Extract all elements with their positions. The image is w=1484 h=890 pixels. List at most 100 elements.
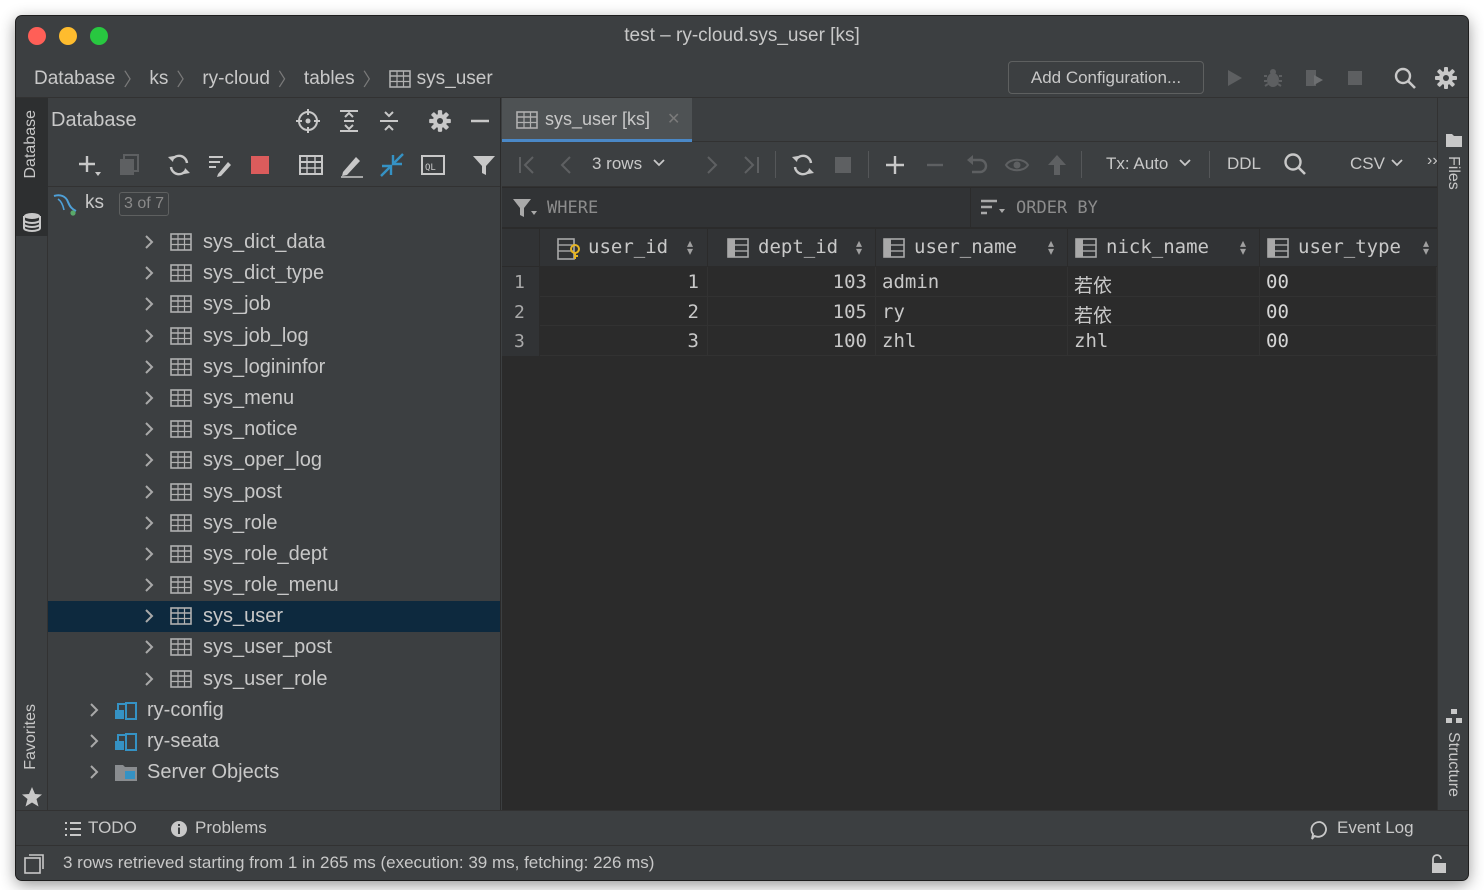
chevron-right-icon[interactable]: [143, 670, 155, 688]
ddl-button[interactable]: DDL: [1227, 154, 1261, 174]
chevron-right-icon[interactable]: [143, 358, 155, 376]
table-row-sys-role[interactable]: sys_role: [48, 508, 500, 539]
revert-icon[interactable]: [964, 152, 990, 178]
duplicate-icon[interactable]: [116, 152, 142, 178]
event-log-tab[interactable]: Event Log: [1337, 818, 1414, 838]
chevron-down-icon[interactable]: [1390, 156, 1416, 182]
table-view-icon[interactable]: [298, 152, 324, 178]
breadcrumb-ry-cloud[interactable]: ry-cloud: [202, 68, 270, 90]
chevron-right-icon[interactable]: [88, 763, 100, 781]
table-row-sys-user[interactable]: sys_user: [48, 601, 500, 633]
chevron-right-icon[interactable]: [143, 576, 155, 594]
chevron-down-icon[interactable]: [1178, 156, 1204, 182]
chevron-right-icon[interactable]: [143, 545, 155, 563]
table-row-sys-menu[interactable]: sys_menu: [48, 383, 500, 414]
previous-page-icon[interactable]: [554, 152, 580, 178]
sort-toggle-icon[interactable]: ▴ ▾: [856, 237, 862, 257]
table-row-sys-user-role[interactable]: sys_user_role: [48, 664, 500, 695]
query-console-icon[interactable]: QL: [420, 152, 446, 178]
chevron-down-icon[interactable]: [652, 156, 678, 182]
where-filter-input[interactable]: WHERE: [547, 198, 598, 218]
delete-row-icon[interactable]: [922, 152, 948, 178]
edit-data-source-icon[interactable]: [206, 152, 232, 178]
hide-panel-minus-icon[interactable]: [467, 108, 493, 134]
submit-icon[interactable]: [1044, 152, 1070, 178]
table-row-sys-user-post[interactable]: sys_user_post: [48, 632, 500, 663]
breadcrumb-tables[interactable]: tables: [304, 68, 355, 90]
server-objects-row[interactable]: Server Objects: [48, 757, 500, 788]
cell-user-type[interactable]: 00: [1260, 326, 1437, 356]
table-row-sys-role-dept[interactable]: sys_role_dept: [48, 539, 500, 570]
chevron-right-icon[interactable]: [143, 638, 155, 656]
rows-count-dropdown[interactable]: 3 rows: [592, 154, 642, 174]
chevron-right-icon[interactable]: [88, 732, 100, 750]
table-row[interactable]: 1 1 103 admin 若依 00: [502, 267, 1437, 297]
refresh-icon[interactable]: [166, 152, 192, 178]
add-configuration-button[interactable]: Add Configuration...: [1008, 61, 1204, 94]
table-row-sys-logininfor[interactable]: sys_logininfor: [48, 352, 500, 383]
favorites-tab-label[interactable]: Favorites: [22, 704, 40, 770]
run-icon[interactable]: [1222, 66, 1246, 90]
panel-settings-gear-icon[interactable]: [427, 108, 453, 134]
edit-pencil-icon[interactable]: [339, 152, 365, 178]
add-row-icon[interactable]: [882, 152, 908, 178]
breadcrumb-ks[interactable]: ks: [149, 68, 168, 90]
cell-nick-name[interactable]: zhl: [1068, 326, 1260, 356]
export-format-dropdown[interactable]: CSV: [1350, 154, 1385, 174]
order-by-input[interactable]: ORDER BY: [1016, 198, 1098, 218]
cell-dept-id[interactable]: 105: [708, 296, 876, 326]
chevron-right-icon[interactable]: [143, 264, 155, 282]
locate-crosshair-icon[interactable]: [295, 108, 321, 134]
breadcrumb-sys-user[interactable]: sys_user: [417, 68, 493, 90]
favorites-star-icon[interactable]: [21, 786, 43, 808]
schema-row-ry-seata[interactable]: ry-seata: [48, 726, 500, 757]
sort-toggle-icon[interactable]: ▴ ▾: [687, 237, 693, 257]
breadcrumb-database[interactable]: Database: [34, 68, 115, 90]
search-icon[interactable]: [1282, 151, 1308, 177]
debug-icon[interactable]: [1261, 66, 1285, 90]
cell-nick-name[interactable]: 若依: [1068, 296, 1260, 326]
table-row-sys-notice[interactable]: sys_notice: [48, 414, 500, 445]
chevron-right-icon[interactable]: [88, 701, 100, 719]
column-header-user-id[interactable]: user_id ▴ ▾: [540, 229, 708, 267]
column-header-nick-name[interactable]: nick_name ▴ ▾: [1068, 229, 1260, 267]
filter-funnel-icon[interactable]: [471, 152, 497, 178]
database-tool-tab[interactable]: Database: [16, 98, 48, 236]
chevron-right-icon[interactable]: [143, 607, 155, 625]
cell-user-name[interactable]: zhl: [876, 326, 1068, 356]
expand-all-icon[interactable]: [336, 108, 362, 134]
cell-user-id[interactable]: 2: [540, 296, 708, 326]
cell-dept-id[interactable]: 103: [708, 267, 876, 297]
tab-sys-user[interactable]: sys_user [ks] ✕: [502, 98, 692, 142]
chevron-right-icon[interactable]: [143, 483, 155, 501]
table-row-sys-role-menu[interactable]: sys_role_menu: [48, 570, 500, 601]
row-number[interactable]: 3: [502, 326, 540, 356]
column-header-dept-id[interactable]: dept_id ▴ ▾: [708, 229, 876, 267]
last-page-icon[interactable]: [738, 152, 764, 178]
chevron-right-icon[interactable]: [143, 514, 155, 532]
table-row[interactable]: 3 3 100 zhl zhl 00: [502, 326, 1437, 356]
files-tab-label[interactable]: Files: [1444, 156, 1462, 190]
cell-user-name[interactable]: ry: [876, 296, 1068, 326]
chevron-right-icon[interactable]: [143, 420, 155, 438]
close-tab-icon[interactable]: ✕: [667, 109, 680, 129]
coverage-icon[interactable]: [1302, 66, 1326, 90]
schema-row-ry-config[interactable]: ry-config: [48, 695, 500, 726]
files-folder-icon[interactable]: [1445, 132, 1463, 148]
sort-toggle-icon[interactable]: ▴ ▾: [1048, 237, 1054, 257]
table-row-sys-post[interactable]: sys_post: [48, 477, 500, 508]
table-row-sys-oper-log[interactable]: sys_oper_log: [48, 445, 500, 476]
chevron-right-icon[interactable]: [143, 327, 155, 345]
jump-to-console-icon[interactable]: [379, 152, 405, 178]
structure-tab-label[interactable]: Structure: [1444, 732, 1462, 797]
row-number[interactable]: 2: [502, 296, 540, 326]
next-page-icon[interactable]: [698, 152, 724, 178]
preview-changes-icon[interactable]: [1004, 152, 1030, 178]
stop-red-icon[interactable]: [247, 152, 273, 178]
schema-row-ks[interactable]: ks 3 of 7: [48, 188, 500, 220]
row-number[interactable]: 1: [502, 267, 540, 297]
table-row-sys-dict-data[interactable]: sys_dict_data: [48, 227, 500, 258]
reload-icon[interactable]: [790, 152, 816, 178]
cancel-query-icon[interactable]: [830, 152, 856, 178]
table-row[interactable]: 2 2 105 ry 若依 00: [502, 296, 1437, 326]
